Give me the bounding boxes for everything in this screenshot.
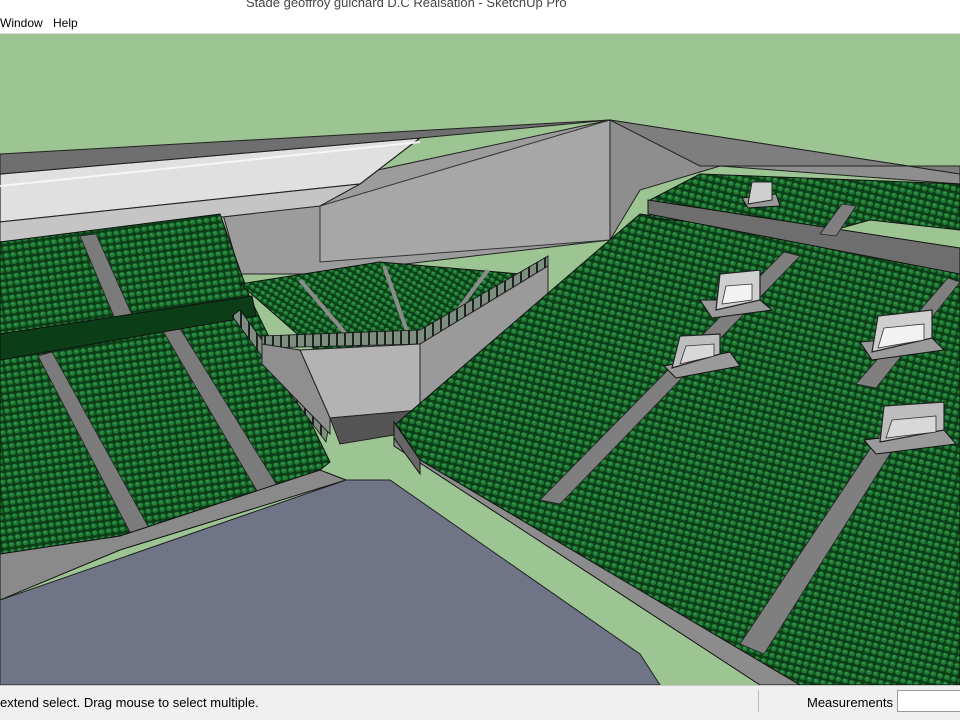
measurements-label: Measurements (807, 695, 893, 710)
title-bar: Stade geoffroy guichard D.C Realsation -… (0, 0, 960, 12)
menu-item-window[interactable]: Window (0, 16, 43, 30)
status-divider (758, 690, 759, 712)
measurements-input[interactable] (897, 690, 960, 712)
menu-item-help[interactable]: Help (53, 16, 78, 30)
stadium-model-drawing[interactable] (0, 34, 960, 685)
status-bar: extend select. Drag mouse to select mult… (0, 685, 960, 720)
status-hint-text: extend select. Drag mouse to select mult… (0, 695, 259, 710)
model-viewport[interactable] (0, 34, 960, 685)
window-title: Stade geoffroy guichard D.C Realsation -… (246, 0, 567, 10)
menu-bar: Window Help (0, 12, 960, 34)
